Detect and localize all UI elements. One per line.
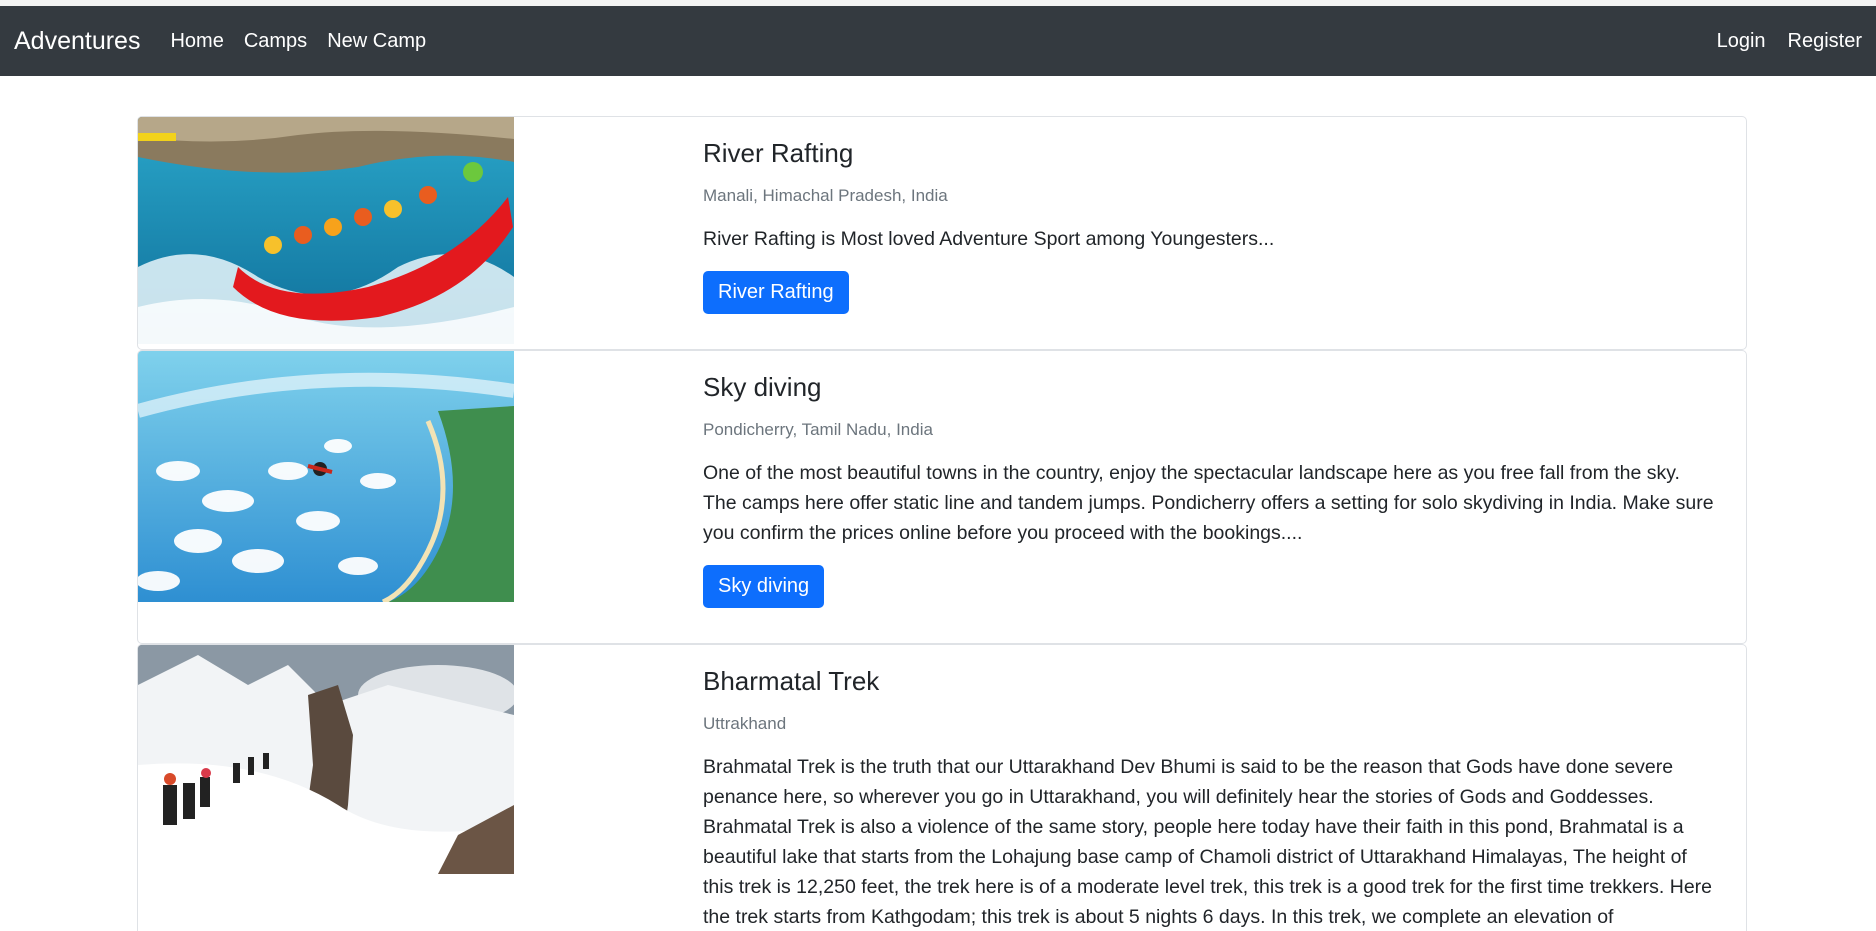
- nav-home-link[interactable]: Home: [170, 30, 223, 53]
- camp-title: Sky diving: [703, 372, 822, 402]
- camp-card-river-rafting: River Rafting Manali, Himachal Pradesh, …: [137, 116, 1747, 350]
- camp-card-bharmatal-trek: Bharmatal Trek Uttrakhand Brahmatal Trek…: [137, 644, 1747, 931]
- camp-image-sky-diving: [138, 351, 514, 602]
- nav-links: Home Camps New Camp: [170, 30, 446, 53]
- camp-card-sky-diving: Sky diving Pondicherry, Tamil Nadu, Indi…: [137, 350, 1747, 644]
- camp-location: Pondicherry, Tamil Nadu, India: [703, 420, 933, 439]
- nav-auth-links: Login Register: [1695, 30, 1862, 53]
- navbar: Adventures Home Camps New Camp Login Reg…: [0, 6, 1876, 76]
- view-camp-button[interactable]: River Rafting: [703, 271, 849, 314]
- camp-body-river-rafting: River Rafting Manali, Himachal Pradesh, …: [703, 117, 1716, 314]
- brand-link[interactable]: Adventures: [14, 27, 140, 56]
- camp-title: River Rafting: [703, 138, 854, 168]
- nav-register-link[interactable]: Register: [1788, 30, 1862, 53]
- camp-description: Brahmatal Trek is the truth that our Utt…: [703, 756, 1713, 928]
- camp-location: Uttrakhand: [703, 714, 787, 733]
- camp-body-sky-diving: Sky diving Pondicherry, Tamil Nadu, Indi…: [703, 351, 1716, 608]
- nav-camps-link[interactable]: Camps: [244, 30, 307, 53]
- camp-description: One of the most beautiful towns in the c…: [703, 462, 1714, 544]
- camp-image-river-rafting: [138, 117, 514, 344]
- camp-image-bharmatal-trek: [138, 645, 514, 874]
- nav-new-camp-link[interactable]: New Camp: [327, 30, 426, 53]
- camp-location: Manali, Himachal Pradesh, India: [703, 186, 948, 205]
- camp-body-bharmatal-trek: Bharmatal Trek Uttrakhand Brahmatal Trek…: [703, 645, 1716, 931]
- camp-title: Bharmatal Trek: [703, 666, 880, 696]
- camp-description: River Rafting is Most loved Adventure Sp…: [703, 228, 1275, 250]
- nav-login-link[interactable]: Login: [1717, 30, 1766, 53]
- view-camp-button[interactable]: Sky diving: [703, 565, 825, 608]
